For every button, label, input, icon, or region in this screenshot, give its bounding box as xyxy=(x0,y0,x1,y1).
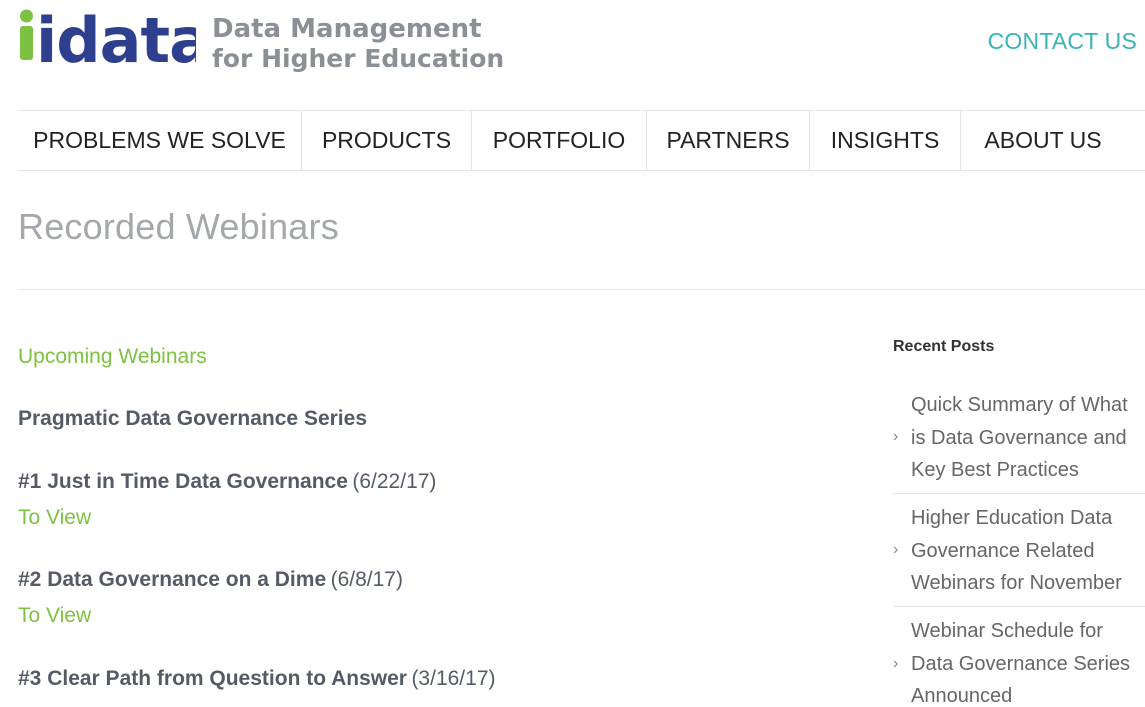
tagline-line-1: Data Management xyxy=(212,14,482,44)
post-line: Key Best Practices xyxy=(911,459,1079,481)
recent-post-link[interactable]: Webinar Schedule for Data Governance Ser… xyxy=(911,607,1145,707)
chevron-right-icon: › xyxy=(893,654,899,672)
recent-post-item[interactable]: › Higher Education Data Governance Relat… xyxy=(893,494,1145,607)
recent-post-item[interactable]: › Webinar Schedule for Data Governance S… xyxy=(893,607,1145,707)
title-divider xyxy=(18,289,1145,290)
webinar-date: (6/8/17) xyxy=(330,568,403,591)
tagline-line-2: for Higher Education xyxy=(212,44,505,73)
recent-post-item[interactable]: › Quick Summary of What is Data Governan… xyxy=(893,381,1145,494)
post-line: is Data Governance and xyxy=(911,426,1127,449)
recent-post-link[interactable]: Higher Education Data Governance Related… xyxy=(911,494,1145,600)
to-view-link[interactable]: To View xyxy=(18,604,91,628)
recent-posts-heading: Recent Posts xyxy=(893,338,995,355)
nav-item-about-us[interactable]: ABOUT US xyxy=(961,111,1125,170)
webinar-title: #2 Data Governance on a Dime xyxy=(18,568,327,591)
recent-posts-list: › Quick Summary of What is Data Governan… xyxy=(893,381,1145,707)
post-line: Quick Summary of What xyxy=(911,394,1128,416)
webinar-entry: #3 Clear Path from Question to Answer (3… xyxy=(18,667,496,691)
site-logo[interactable]: idata Data Management for Higher Educati… xyxy=(16,6,504,73)
post-line: Webinars for November xyxy=(911,572,1122,594)
webinar-date: (3/16/17) xyxy=(411,667,496,690)
chevron-right-icon: › xyxy=(893,541,899,558)
upcoming-webinars-link[interactable]: Upcoming Webinars xyxy=(18,345,207,369)
webinar-title: #3 Clear Path from Question to Answer xyxy=(18,667,407,690)
webinar-date: (6/22/17) xyxy=(352,470,437,493)
logo-tagline: Data Management for Higher Education xyxy=(212,14,505,74)
nav-item-problems-we-solve[interactable]: PROBLEMS WE SOLVE xyxy=(18,111,302,170)
webinar-title: #1 Just in Time Data Governance xyxy=(18,470,348,493)
webinar-entry: #1 Just in Time Data Governance (6/22/17… xyxy=(18,470,437,529)
sidebar: Recent Posts › Quick Summary of What is … xyxy=(893,338,1145,707)
idata-logo-icon: idata xyxy=(20,6,196,70)
post-line: Announced xyxy=(911,685,1013,707)
webinar-entry: #2 Data Governance on a Dime (6/8/17) To… xyxy=(18,568,403,627)
contact-us-link[interactable]: CONTACT US xyxy=(988,28,1137,55)
nav-item-partners[interactable]: PARTNERS xyxy=(647,111,810,170)
post-line: Governance Related xyxy=(911,539,1095,562)
nav-item-products[interactable]: PRODUCTS xyxy=(302,111,472,170)
page: idata Data Management for Higher Educati… xyxy=(0,0,1145,707)
post-line: Webinar Schedule for xyxy=(911,620,1103,642)
page-title: Recorded Webinars xyxy=(18,206,339,247)
post-line: Higher Education Data xyxy=(911,507,1113,529)
main-nav: PROBLEMS WE SOLVE PRODUCTS PORTFOLIO PAR… xyxy=(18,110,1145,171)
nav-item-portfolio[interactable]: PORTFOLIO xyxy=(472,111,647,170)
to-view-link[interactable]: To View xyxy=(18,506,91,530)
logo-wordmark: idata xyxy=(36,6,196,70)
chevron-right-icon: › xyxy=(893,428,899,445)
nav-item-insights[interactable]: INSIGHTS xyxy=(810,111,961,170)
series-heading: Pragmatic Data Governance Series xyxy=(18,407,368,430)
recent-post-link[interactable]: Quick Summary of What is Data Governance… xyxy=(911,381,1145,487)
post-line: Data Governance Series xyxy=(911,652,1131,675)
